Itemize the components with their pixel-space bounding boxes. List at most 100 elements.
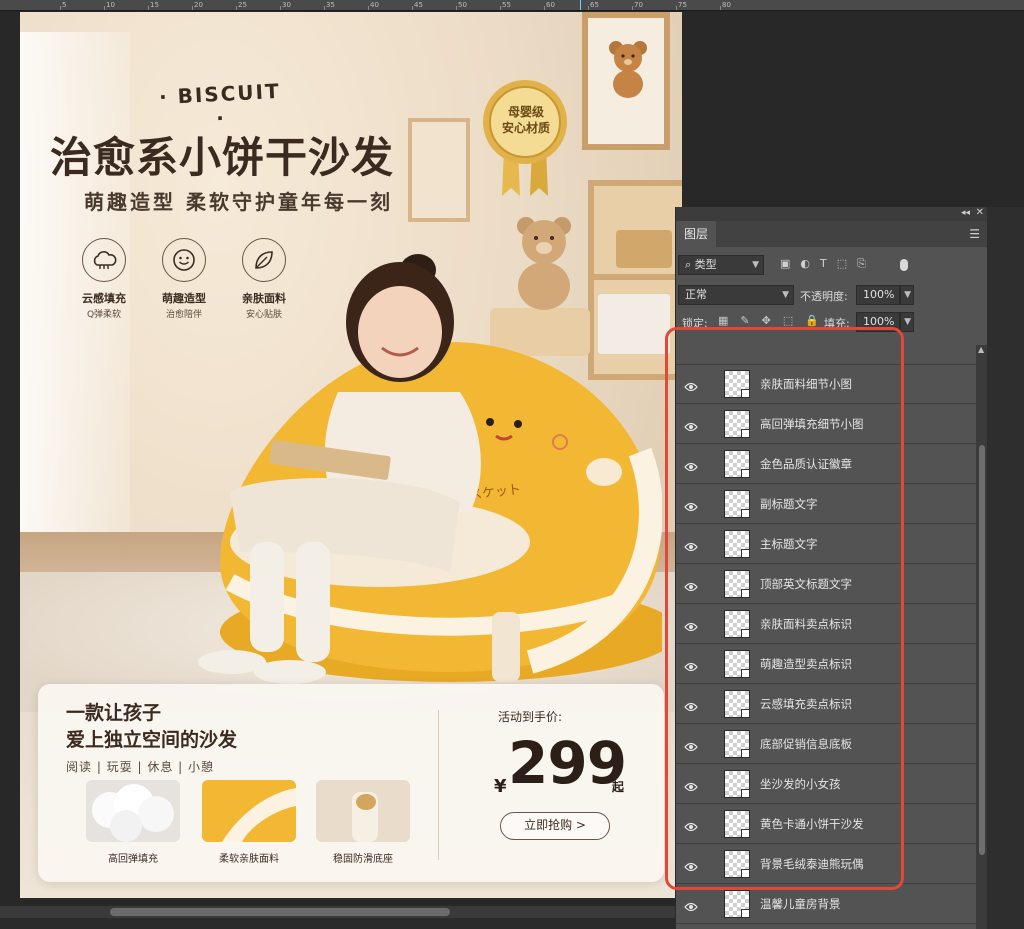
visibility-eye-icon[interactable] bbox=[684, 778, 698, 792]
ruler-label: 55 bbox=[502, 1, 511, 9]
visibility-eye-icon[interactable] bbox=[684, 818, 698, 832]
visibility-eye-icon[interactable] bbox=[684, 418, 698, 432]
layer-name[interactable]: 底部促销信息底板 bbox=[760, 736, 852, 752]
promo-title-line-1: 一款让孩子 bbox=[66, 702, 162, 724]
scroll-up-icon[interactable]: ▲ bbox=[978, 345, 984, 354]
poster-document[interactable]: · BISCUIT · 治愈系小饼干沙发 萌趣造型 柔软守护童年每一刻 母婴级 … bbox=[20, 12, 682, 898]
feature-sub: Q弹柔软 bbox=[86, 310, 122, 320]
lock-brush-icon[interactable]: ✎ bbox=[740, 314, 761, 327]
layer-name[interactable]: 主标题文字 bbox=[760, 536, 818, 552]
base-image bbox=[316, 780, 410, 842]
ruler-label: 50 bbox=[458, 1, 467, 9]
smart-object-badge-icon bbox=[741, 709, 750, 718]
fill-dropdown[interactable]: ▼ bbox=[900, 312, 914, 332]
layer-thumbnail bbox=[724, 570, 750, 598]
layer-row[interactable]: 高回弹填充细节小图 bbox=[676, 405, 976, 444]
close-panel-icon[interactable]: ✕ bbox=[976, 207, 984, 218]
cotton-icon bbox=[92, 784, 174, 842]
price-unit: 起 bbox=[612, 780, 625, 794]
layer-name[interactable]: 高回弹填充细节小图 bbox=[760, 416, 864, 432]
layer-row[interactable]: 主标题文字 bbox=[676, 525, 976, 564]
lock-move-icon[interactable]: ✥ bbox=[762, 314, 783, 327]
visibility-eye-icon[interactable] bbox=[684, 458, 698, 472]
layer-row[interactable]: 亲肤面料细节小图 bbox=[676, 365, 976, 404]
layer-name[interactable]: 副标题文字 bbox=[760, 496, 818, 512]
layer-row[interactable]: 温馨儿童房背景 bbox=[676, 885, 976, 924]
ruler-tick bbox=[192, 6, 193, 10]
visibility-eye-icon[interactable] bbox=[684, 698, 698, 712]
layer-row[interactable]: 金色品质认证徽章 bbox=[676, 445, 976, 484]
layer-row[interactable]: 黄色卡通小饼干沙发 bbox=[676, 805, 976, 844]
layer-thumbnail bbox=[724, 850, 750, 878]
visibility-eye-icon[interactable] bbox=[684, 618, 698, 632]
visibility-eye-icon[interactable] bbox=[684, 578, 698, 592]
layer-thumbnail bbox=[724, 650, 750, 678]
visibility-eye-icon[interactable] bbox=[684, 498, 698, 512]
lock-artboard-icon[interactable]: ⬚ bbox=[783, 314, 805, 327]
badge-text: 母婴级 安心材质 bbox=[498, 104, 554, 136]
buy-now-button[interactable]: 立即抢购 > bbox=[500, 812, 610, 840]
shape-filter-icon[interactable]: ⬚ bbox=[837, 257, 857, 270]
ruler-label: 25 bbox=[238, 1, 247, 9]
lock-transparent-icon[interactable]: ▦ bbox=[718, 314, 740, 327]
blend-row: 正常 ▼ 不透明度: 100% ▼ bbox=[678, 285, 984, 309]
visibility-eye-icon[interactable] bbox=[684, 738, 698, 752]
layer-row[interactable]: 云感填充卖点标识 bbox=[676, 685, 976, 724]
layer-row[interactable]: 副标题文字 bbox=[676, 485, 976, 524]
type-filter-icon[interactable]: T bbox=[820, 257, 837, 270]
layer-name[interactable]: 顶部英文标题文字 bbox=[760, 576, 852, 592]
opacity-label: 不透明度: bbox=[800, 290, 848, 303]
layer-row-partial-top[interactable] bbox=[676, 345, 976, 365]
layer-row[interactable]: 顶部英文标题文字 bbox=[676, 565, 976, 604]
ruler-label: 20 bbox=[194, 1, 203, 9]
top-ruler[interactable]: 5 10 15 20 25 30 35 40 45 50 55 60 65 70 75 80 bbox=[0, 0, 1024, 11]
smart-object-filter-icon[interactable]: ⎘ bbox=[857, 257, 876, 270]
chevron-down-icon: ▼ bbox=[904, 290, 911, 300]
canvas-horizontal-scrollbar[interactable] bbox=[0, 906, 675, 918]
visibility-eye-icon[interactable] bbox=[684, 858, 698, 872]
filter-toggle[interactable] bbox=[900, 259, 908, 271]
filter-icons[interactable]: ▣◐T⬚⎘ bbox=[780, 257, 876, 271]
layer-row[interactable]: 亲肤面料卖点标识 bbox=[676, 605, 976, 644]
layer-name[interactable]: 亲肤面料卖点标识 bbox=[760, 616, 852, 632]
layer-name[interactable]: 温馨儿童房背景 bbox=[760, 896, 841, 912]
horizontal-scroll-thumb[interactable] bbox=[110, 908, 450, 916]
fill-input[interactable]: 100% bbox=[856, 312, 900, 332]
tab-layers[interactable]: 图层 bbox=[676, 221, 716, 247]
blend-mode-select[interactable]: 正常 ▼ bbox=[678, 285, 794, 305]
collapse-panel-icon[interactable]: ◂◂ bbox=[961, 208, 970, 218]
shelf-board bbox=[594, 274, 682, 280]
smart-object-badge-icon bbox=[741, 469, 750, 478]
ruler-tick bbox=[588, 6, 589, 10]
layer-row[interactable]: 坐沙发的小女孩 bbox=[676, 765, 976, 804]
layer-row[interactable]: 背景毛绒泰迪熊玩偶 bbox=[676, 845, 976, 884]
visibility-eye-icon[interactable] bbox=[684, 378, 698, 392]
ruler-label: 75 bbox=[678, 1, 687, 9]
lock-icons[interactable]: ▦✎✥⬚🔒 bbox=[718, 314, 831, 327]
ruler-label: 70 bbox=[634, 1, 643, 9]
fill-value: 100% bbox=[863, 315, 895, 328]
scrollbar-thumb[interactable] bbox=[979, 445, 985, 855]
layer-row[interactable]: 底部促销信息底板 bbox=[676, 725, 976, 764]
layer-name[interactable]: 萌趣造型卖点标识 bbox=[760, 656, 852, 672]
layer-name[interactable]: 云感填充卖点标识 bbox=[760, 696, 852, 712]
visibility-eye-icon[interactable] bbox=[684, 658, 698, 672]
pixel-filter-icon[interactable]: ▣ bbox=[780, 257, 800, 270]
visibility-eye-icon[interactable] bbox=[684, 538, 698, 552]
opacity-dropdown[interactable]: ▼ bbox=[900, 285, 914, 305]
layer-name[interactable]: 亲肤面料细节小图 bbox=[760, 376, 852, 392]
layer-thumbnail bbox=[724, 490, 750, 518]
filter-type-select[interactable]: ⌕ 类型 ▼ bbox=[678, 255, 764, 275]
promo-title-line-2: 爱上独立空间的沙发 bbox=[66, 729, 238, 751]
layer-name[interactable]: 黄色卡通小饼干沙发 bbox=[760, 816, 864, 832]
visibility-eye-icon[interactable] bbox=[684, 898, 698, 912]
panel-header-strip: ◂◂ ✕ bbox=[676, 207, 988, 221]
ruler-label: 60 bbox=[546, 1, 555, 9]
layer-name[interactable]: 金色品质认证徽章 bbox=[760, 456, 852, 472]
panel-menu-icon[interactable]: ☰ bbox=[969, 227, 980, 241]
layer-row[interactable]: 萌趣造型卖点标识 bbox=[676, 645, 976, 684]
layer-name[interactable]: 坐沙发的小女孩 bbox=[760, 776, 841, 792]
adjustment-filter-icon[interactable]: ◐ bbox=[800, 257, 820, 270]
opacity-input[interactable]: 100% bbox=[856, 285, 900, 305]
layer-name[interactable]: 背景毛绒泰迪熊玩偶 bbox=[760, 856, 864, 872]
